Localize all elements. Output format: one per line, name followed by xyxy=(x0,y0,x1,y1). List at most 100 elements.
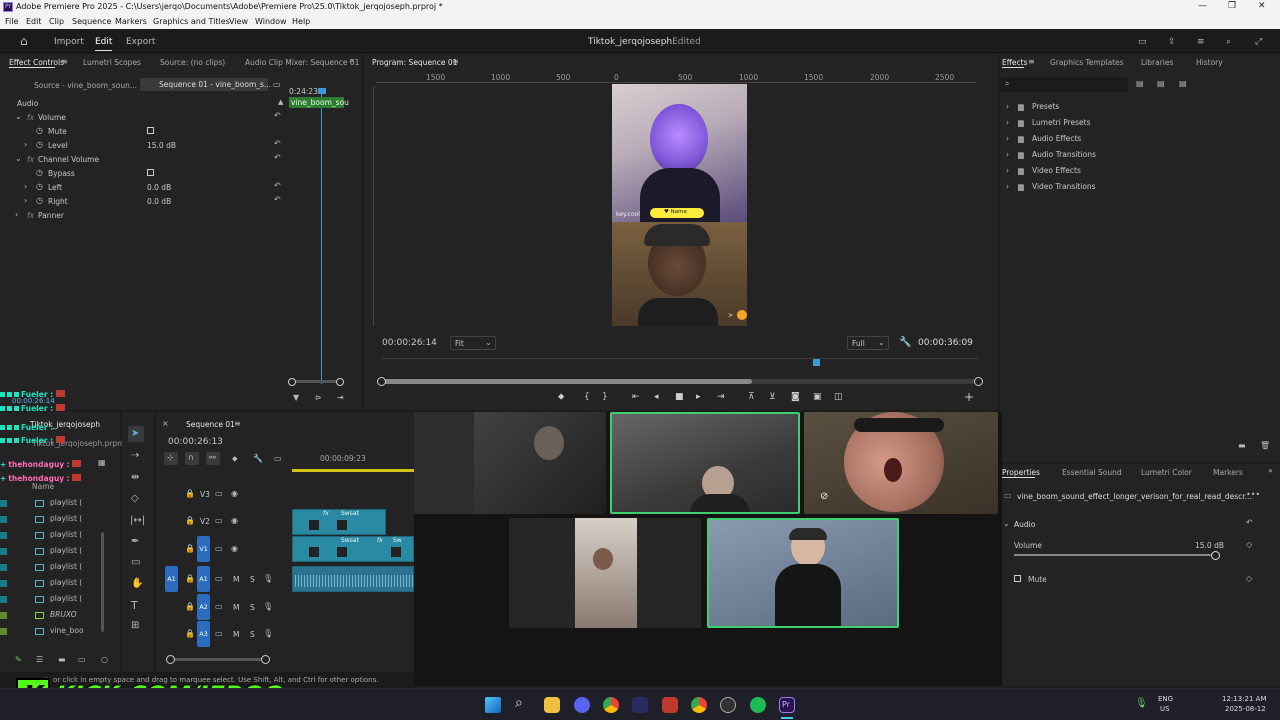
reset-channel-volume-icon[interactable]: ↶ xyxy=(274,154,281,162)
sync-lock-icon[interactable]: ▭ xyxy=(215,517,223,525)
reset-volume-icon[interactable]: ↶ xyxy=(274,112,281,120)
lock-icon[interactable]: 🔒 xyxy=(185,630,195,638)
mode-import[interactable]: Import xyxy=(54,37,84,47)
microphone-tray-icon[interactable]: 🎙 xyxy=(1135,699,1148,709)
language-indicator[interactable]: ENG xyxy=(1158,695,1173,703)
more-tabs-icon[interactable]: » xyxy=(1268,467,1273,475)
bypass-checkbox[interactable] xyxy=(147,169,154,176)
ec-zoom-handle-right[interactable] xyxy=(336,378,344,386)
effects-folder-video-transitions[interactable]: › ▆ Video Transitions xyxy=(1006,182,1206,193)
more-tabs-icon[interactable]: » xyxy=(349,57,354,65)
timeline-timecode[interactable]: 00:00:26:13 xyxy=(168,437,223,447)
maximize-icon[interactable]: ❐ xyxy=(1228,1,1236,11)
vr-icon[interactable]: ◫ xyxy=(834,392,843,402)
mark-out-icon[interactable]: } xyxy=(602,392,608,402)
keyframe-mute-icon[interactable]: ◇ xyxy=(1246,575,1252,583)
freeform-view-icon[interactable]: ▭ xyxy=(78,656,86,664)
compare-icon[interactable]: ▣ xyxy=(813,392,822,402)
lock-icon[interactable]: 🔒 xyxy=(185,575,195,583)
step-forward-icon[interactable]: ▸ xyxy=(696,392,701,402)
project-item[interactable]: BRUXO xyxy=(0,610,77,619)
mark-in-icon[interactable]: { xyxy=(584,392,590,402)
eye-icon[interactable]: ◉ xyxy=(231,490,238,498)
expand-right-icon[interactable]: › xyxy=(24,197,27,205)
effects-folder-audio-transitions[interactable]: › ▆ Audio Transitions xyxy=(1006,150,1206,161)
nest-toggle[interactable]: ⊹ xyxy=(164,452,178,465)
pencil-icon[interactable]: ✎ xyxy=(15,656,22,664)
tab-libraries[interactable]: Libraries xyxy=(1141,58,1173,67)
eye-icon[interactable]: ◉ xyxy=(231,545,238,553)
tab-lumetri-color[interactable]: Lumetri Color xyxy=(1141,468,1192,477)
tab-graphics-templates[interactable]: Graphics Templates xyxy=(1050,58,1124,67)
pen-icon[interactable]: ✒ xyxy=(131,537,139,547)
effects-folder-audio-effects[interactable]: › ▆ Audio Effects xyxy=(1006,134,1206,145)
effects-search-input[interactable]: ⌕ xyxy=(1000,77,1128,92)
lift-icon[interactable]: ⊼ xyxy=(748,392,755,402)
discord-icon[interactable] xyxy=(574,697,590,713)
sequence-selector[interactable]: Sequence 01 - vine_boom_s... xyxy=(140,78,271,91)
wrench-icon[interactable]: 🔧 xyxy=(253,455,263,463)
menu-lines-icon[interactable]: ≡ xyxy=(1197,37,1205,47)
reset-level-icon[interactable]: ↶ xyxy=(274,140,281,148)
stop-icon[interactable]: ■ xyxy=(675,392,684,402)
solo-track-button[interactable]: S xyxy=(250,603,255,612)
close-sequence-icon[interactable]: × xyxy=(162,420,169,428)
scroll-up-icon[interactable]: ▲ xyxy=(278,99,283,106)
fit-dropdown[interactable]: Fit ⌄ xyxy=(450,336,496,350)
stopwatch-bypass-icon[interactable]: ◷ xyxy=(36,169,43,177)
track-target-a3[interactable]: A3 xyxy=(197,621,210,647)
keyframe-volume-icon[interactable]: ◇ xyxy=(1246,541,1252,549)
mute-track-button[interactable]: M xyxy=(233,603,239,612)
yuv-effects-icon[interactable]: ▤ xyxy=(1179,80,1187,88)
minimize-icon[interactable]: — xyxy=(1198,1,1207,11)
32bit-effects-icon[interactable]: ▤ xyxy=(1157,80,1165,88)
snap-toggle[interactable]: ∩ xyxy=(185,452,199,465)
tab-audio-clip-mixer[interactable]: Audio Clip Mixer: Sequence 01 xyxy=(245,58,359,67)
sync-lock-icon[interactable]: ▭ xyxy=(215,490,223,498)
program-scroll-track[interactable] xyxy=(382,379,978,384)
tab-effect-controls[interactable]: Effect Controls xyxy=(9,58,64,67)
captions-icon[interactable]: ▭ xyxy=(274,455,282,463)
project-item[interactable]: playlist ( xyxy=(0,514,82,523)
reset-left-icon[interactable]: ↶ xyxy=(274,182,281,190)
track-target-a2[interactable]: A2 xyxy=(197,594,210,620)
tab-history[interactable]: History xyxy=(1196,58,1223,67)
expand-volume-icon[interactable]: ⌄ xyxy=(15,113,22,121)
track-target-v1[interactable]: V1 xyxy=(197,536,210,562)
sync-lock-icon[interactable]: ▭ xyxy=(215,575,223,583)
tab-sequence[interactable]: Sequence 01 xyxy=(186,420,235,429)
project-item[interactable]: playlist ( xyxy=(0,530,82,539)
project-item[interactable]: vine_boo xyxy=(0,626,84,635)
github-icon[interactable] xyxy=(720,697,736,713)
home-icon[interactable]: ⌂ xyxy=(20,34,28,48)
effects-folder-lumetri-presets[interactable]: › ▆ Lumetri Presets xyxy=(1006,118,1206,129)
sync-lock-icon[interactable]: ▭ xyxy=(215,630,223,638)
volume-value[interactable]: 15.0 dB xyxy=(1195,541,1224,550)
source-patch-a1[interactable]: A1 xyxy=(165,566,178,592)
video-clip-v2[interactable]: Swsat fx xyxy=(292,509,386,535)
trash-icon[interactable]: 🗑 xyxy=(1260,442,1270,450)
sync-lock-icon[interactable]: ▭ xyxy=(215,545,223,553)
menu-markers[interactable]: Markers xyxy=(115,17,147,26)
play-audio-icon[interactable]: ⊳ xyxy=(315,394,322,402)
project-item[interactable]: playlist ( xyxy=(0,498,82,507)
razor-icon[interactable]: ◇ xyxy=(131,494,139,504)
lock-icon[interactable]: 🔒 xyxy=(185,490,195,498)
tab-effects[interactable]: Effects xyxy=(1002,58,1028,67)
sync-lock-icon[interactable]: ▭ xyxy=(215,603,223,611)
menu-window[interactable]: Window xyxy=(255,17,287,26)
menu-sequence[interactable]: Sequence xyxy=(72,17,111,26)
effects-folder-video-effects[interactable]: › ▆ Video Effects xyxy=(1006,166,1206,177)
add-button-icon[interactable]: + xyxy=(964,390,974,404)
camera-icon[interactable]: ◙ xyxy=(791,392,800,402)
ec-clip-bar[interactable]: vine_boom_sou xyxy=(289,97,349,108)
lock-icon[interactable]: 🔒 xyxy=(185,603,195,611)
zoom-icon[interactable]: ○ xyxy=(101,656,108,664)
audio-clip-a1[interactable] xyxy=(292,566,414,592)
volume-slider-track[interactable] xyxy=(1014,554,1214,556)
tab-markers[interactable]: Markers xyxy=(1213,468,1243,477)
ec-playhead[interactable] xyxy=(318,88,326,94)
extract-icon[interactable]: ⊻ xyxy=(769,392,776,402)
chrome-profile-icon[interactable] xyxy=(691,697,707,713)
ec-zoom-handle-left[interactable] xyxy=(288,378,296,386)
